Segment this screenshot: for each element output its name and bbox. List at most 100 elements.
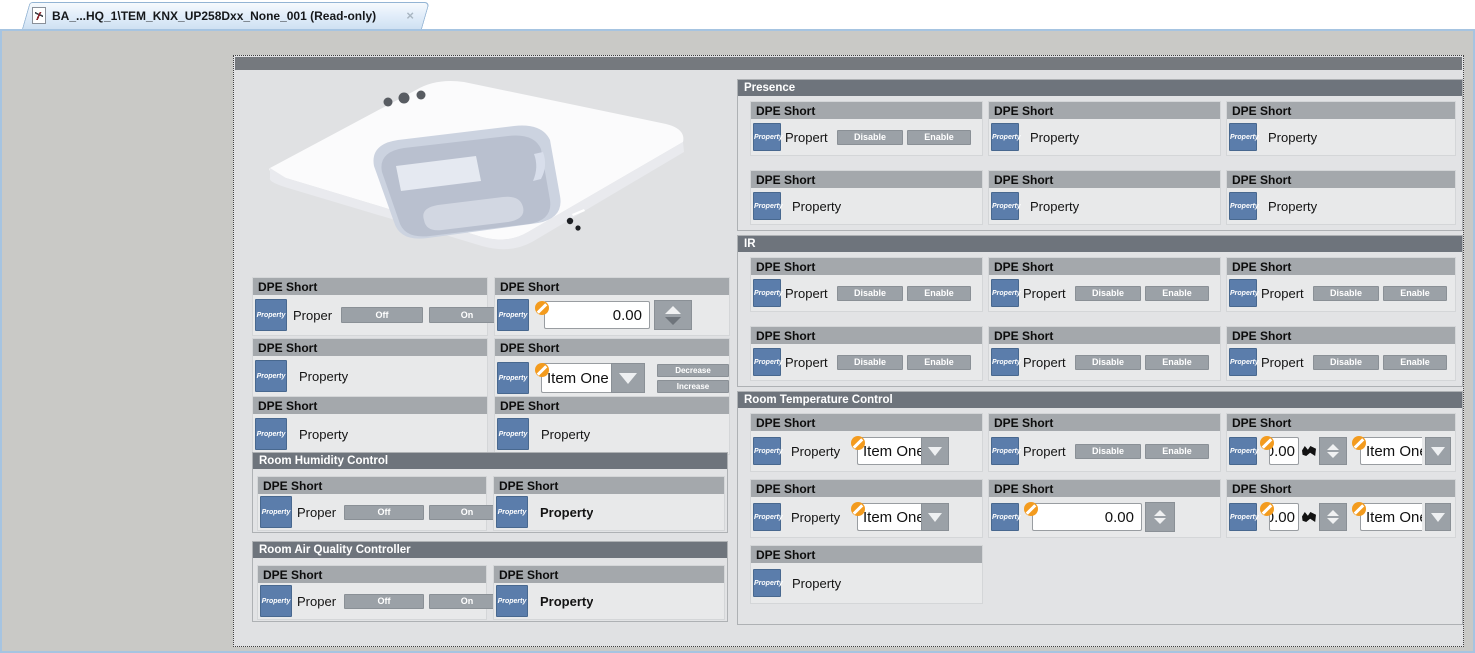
spin-down-icon [1327,518,1339,524]
section-header: Room Air Quality Controller [253,542,727,558]
section-ir: IR DPE Short Property Propert Disable En… [737,235,1463,387]
enable-button[interactable]: Enable [1383,286,1447,301]
dropdown-arrow-button[interactable] [921,437,949,465]
dropdown-value: Item One [863,443,921,460]
numeric-input[interactable]: 0.00 [1032,503,1142,531]
spin-up-icon [665,306,681,314]
property-button[interactable]: Property [753,503,781,531]
disable-button[interactable]: Disable [1313,286,1379,301]
property-button[interactable]: Property [1229,348,1257,376]
dropdown-arrow-button[interactable] [1425,437,1451,465]
property-button[interactable]: Property [753,569,781,597]
property-button[interactable]: Property [991,279,1019,307]
disable-button[interactable]: Disable [837,355,903,370]
disable-button[interactable]: Disable [1313,355,1379,370]
tab-close-icon[interactable]: × [406,9,414,22]
property-button[interactable]: Property [255,299,287,331]
property-button[interactable]: Property [991,503,1019,531]
numeric-input[interactable]: 0.00 [544,301,650,329]
dpe-group: DPE Short Property Property [988,170,1221,225]
disable-button[interactable]: Disable [1075,444,1141,459]
section-header: IR [738,236,1462,252]
enable-button[interactable]: Enable [1145,444,1209,459]
off-button[interactable]: Off [344,594,424,609]
property-button[interactable]: Property [1229,437,1257,465]
property-button[interactable]: Property [255,360,287,392]
property-button[interactable]: Property [1229,123,1257,151]
property-label: Property [540,505,593,520]
dropdown-field[interactable]: Item One [1360,503,1422,531]
spinner-updown[interactable] [1145,502,1175,532]
increase-button[interactable]: Increase [657,380,729,393]
spin-down-icon [1154,518,1166,524]
property-button[interactable]: Property [260,585,292,617]
property-label: Propert [785,286,833,301]
enable-button[interactable]: Enable [1145,355,1209,370]
property-button[interactable]: Property [497,299,529,331]
dropdown-field[interactable]: Item One [857,503,921,531]
property-button[interactable]: Property [753,279,781,307]
numeric-value: 0.00 [613,307,642,324]
property-button[interactable]: Property [991,192,1019,220]
dpe-group-switch: DPE Short Property Proper Off On [257,565,487,620]
spinner-updown[interactable] [1319,503,1347,531]
dpe-short-header: DPE Short [1227,414,1455,431]
property-button[interactable]: Property [255,418,287,450]
property-button[interactable]: Property [260,496,292,528]
property-button[interactable]: Property [1229,192,1257,220]
property-button[interactable]: Property [991,348,1019,376]
property-button[interactable]: Property [753,123,781,151]
dropdown-field[interactable]: Item One [541,363,611,393]
property-button[interactable]: Property [496,585,528,617]
property-label: Property [540,594,593,609]
dropdown-value: Item One [1366,443,1422,460]
property-button[interactable]: Property [991,437,1019,465]
property-button[interactable]: Property [753,348,781,376]
property-button[interactable]: Property [991,123,1019,151]
spinner-updown[interactable] [1319,437,1347,465]
override-icon [1024,502,1038,516]
dpe-group-combo: DPE Short Property 0.00 Item One [1226,479,1456,538]
dpe-group-dropdown: DPE Short Property Property Item One [750,479,983,538]
spinner-updown[interactable] [654,300,692,330]
dpe-group-switch: DPE Short Property Propert Disable Enabl… [750,101,983,156]
property-button[interactable]: Property [753,192,781,220]
property-button[interactable]: Property [753,437,781,465]
enable-button[interactable]: Enable [907,130,971,145]
property-button[interactable]: Property [1229,503,1257,531]
property-button[interactable]: Property [497,418,529,450]
dpe-short-header: DPE Short [1227,480,1455,497]
disable-button[interactable]: Disable [837,130,903,145]
dropdown-value: Item One [1366,509,1422,526]
dpe-group-combo: DPE Short Property 0.00 Item One [1226,413,1456,472]
property-button[interactable]: Property [497,362,529,394]
enable-button[interactable]: Enable [907,355,971,370]
dropdown-field[interactable]: Item One [1360,437,1422,465]
disable-button[interactable]: Disable [1075,286,1141,301]
off-button[interactable]: Off [341,307,423,323]
property-label: Propert [785,130,833,145]
dropdown-arrow-button[interactable] [921,503,949,531]
enable-button[interactable]: Enable [1145,286,1209,301]
dpe-group-switch: DPE Short Property Propert Disable Enabl… [1226,326,1456,381]
decrease-button[interactable]: Decrease [657,364,729,377]
dropdown-arrow-button[interactable] [1425,503,1451,531]
faceplate-tab[interactable]: BA_...HQ_1\TEM_KNX_UP258Dxx_None_001 (Re… [22,2,422,29]
property-label: Property [1030,199,1079,214]
disable-button[interactable]: Disable [1075,355,1141,370]
property-button[interactable]: Property [1229,279,1257,307]
dpe-short-header: DPE Short [495,278,729,295]
device-image [246,68,734,268]
property-label: Property [1268,130,1317,145]
disable-button[interactable]: Disable [837,286,903,301]
enable-button[interactable]: Enable [907,286,971,301]
dropdown-field[interactable]: Item One [857,437,921,465]
dpe-group: DPE Short Property Property [493,565,725,620]
section-header: Room Humidity Control [253,453,727,469]
enable-button[interactable]: Enable [1383,355,1447,370]
dpe-short-header: DPE Short [494,566,724,583]
dropdown-arrow-button[interactable] [611,363,645,393]
off-button[interactable]: Off [344,505,424,520]
property-button[interactable]: Property [496,496,528,528]
dpe-short-header: DPE Short [989,102,1220,119]
